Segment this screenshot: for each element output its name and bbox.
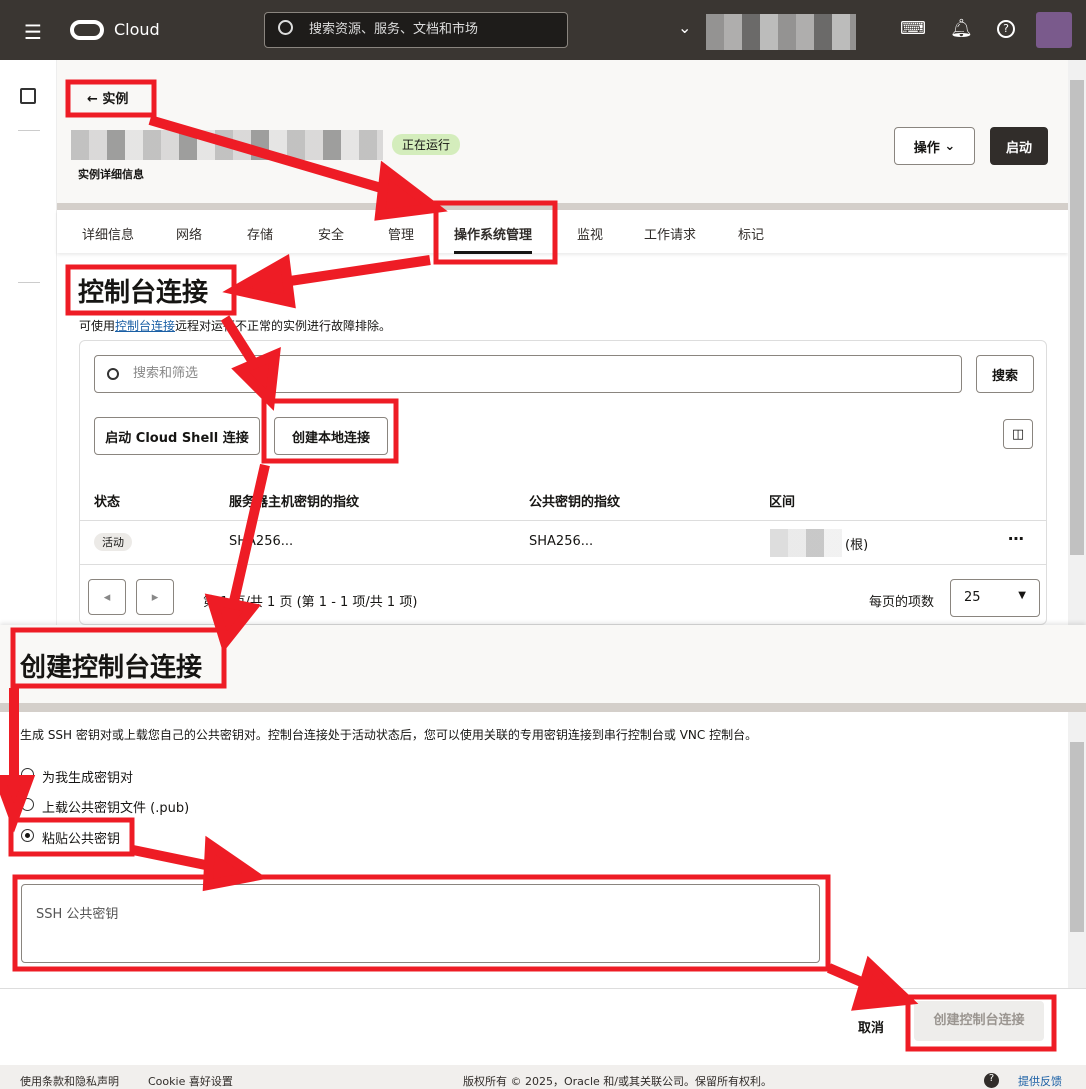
cloud-shell-connection-button[interactable]: 启动 Cloud Shell 连接 — [94, 417, 260, 455]
radio-label[interactable]: 上载公共密钥文件 (.pub) — [42, 797, 189, 816]
back-label: 实例 — [102, 92, 129, 107]
back-link[interactable]: ← 实例 — [87, 88, 128, 107]
help-icon[interactable]: ? — [997, 20, 1015, 38]
filter-search-input[interactable]: 搜索和筛选 — [94, 355, 962, 393]
drawer-title: 创建控制台连接 — [20, 653, 203, 683]
tab-os-management[interactable]: 操作系统管理 — [454, 224, 533, 254]
table-row: 活动 SHA256... SHA256... (根) ⋯ — [80, 521, 1046, 565]
desc-text: 可使用 — [79, 319, 116, 333]
start-button[interactable]: 启动 — [990, 127, 1048, 165]
search-button[interactable]: 搜索 — [976, 355, 1034, 393]
drawer-footer: 取消 创建控制台连接 — [0, 988, 1086, 1065]
create-console-connection-button[interactable]: 创建控制台连接 — [914, 1001, 1044, 1041]
tab-storage[interactable]: 存储 — [247, 224, 273, 243]
menu-icon[interactable]: ☰ — [24, 20, 42, 44]
per-page-value: 25 — [964, 590, 981, 605]
more-actions-icon[interactable]: ⋯ — [1008, 529, 1024, 548]
cancel-button[interactable]: 取消 — [858, 1017, 884, 1036]
cookie-link[interactable]: Cookie 喜好设置 — [148, 1073, 233, 1089]
copyright: 版权所有 © 2025，Oracle 和/或其关联公司。保留所有权利。 — [463, 1075, 772, 1088]
per-page-label: 每页的项数 — [869, 595, 935, 610]
status-badge: 活动 — [94, 533, 132, 551]
tab-work-requests[interactable]: 工作请求 — [644, 224, 696, 243]
drawer-body: 生成 SSH 密钥对或上载您自己的公共密钥对。控制台连接处于活动状态后，您可以使… — [0, 712, 1086, 988]
drawer-scrollbar[interactable] — [1068, 712, 1086, 988]
console-connection-link[interactable]: 控制台连接 — [115, 319, 175, 333]
column-header[interactable]: 服务器主机密钥的指纹 — [229, 491, 359, 510]
compartment-redacted — [770, 529, 842, 557]
help-icon[interactable]: ? — [984, 1073, 999, 1088]
compartment[interactable]: (根) — [845, 534, 868, 553]
terms-link[interactable]: 使用条款和隐私声明 — [20, 1073, 119, 1089]
prev-page-button[interactable]: ◂ — [88, 579, 126, 615]
section-title: 控制台连接 — [78, 278, 209, 308]
table-header: 状态 服务器主机密钥的指纹 公共密钥的指纹 区间 — [80, 479, 1046, 521]
tab-details[interactable]: 详细信息 — [82, 224, 134, 243]
search-icon — [107, 368, 119, 380]
radio-label[interactable]: 为我生成密钥对 — [42, 767, 133, 786]
page-header: ← 实例 正在运行 实例详细信息 操作 ⌄ 启动 — [57, 60, 1068, 205]
arrowhead — [222, 253, 296, 309]
avatar[interactable] — [1036, 12, 1072, 48]
tab-network[interactable]: 网络 — [176, 224, 202, 243]
connections-panel: 搜索和筛选 搜索 启动 Cloud Shell 连接 创建本地连接 ◫ 状态 服… — [79, 340, 1047, 625]
ssh-public-key-textarea[interactable]: SSH 公共密钥 — [21, 884, 820, 963]
page-scrollbar[interactable] — [1068, 60, 1086, 625]
next-page-button[interactable]: ▸ — [136, 579, 174, 615]
tab-monitoring[interactable]: 监视 — [577, 224, 603, 243]
radio-label[interactable]: 粘贴公共密钥 — [42, 828, 120, 847]
caret-down-icon: ▼ — [1018, 590, 1026, 601]
columns-icon[interactable]: ◫ — [1003, 419, 1033, 449]
search-icon — [278, 20, 293, 35]
column-header[interactable]: 公共密钥的指纹 — [529, 491, 620, 510]
page-subtitle: 实例详细信息 — [78, 168, 144, 181]
column-header[interactable]: 状态 — [94, 491, 120, 510]
actions-button[interactable]: 操作 ⌄ — [894, 127, 975, 165]
annotation-arrow — [269, 255, 431, 289]
divider — [18, 282, 40, 283]
scrollbar-thumb[interactable] — [1070, 742, 1084, 932]
bell-icon[interactable]: 🔔︎ — [950, 18, 973, 39]
pagination-text: 第 1 页/共 1 页 (第 1 - 1 项/共 1 项) — [203, 595, 418, 610]
left-rail — [0, 60, 57, 625]
radio-upload-key[interactable] — [21, 798, 34, 811]
host-key-fingerprint: SHA256... — [229, 534, 294, 549]
divider — [18, 130, 40, 131]
radio-paste-key[interactable] — [21, 829, 34, 842]
top-bar: ☰ Cloud 搜索资源、服务、文档和市场 ⌄ ⌨ 🔔︎ ? — [0, 0, 1086, 60]
radio-generate-key[interactable] — [21, 768, 34, 781]
cloud-shell-icon[interactable]: ⌨ — [900, 18, 926, 39]
global-search-input[interactable]: 搜索资源、服务、文档和市场 — [264, 12, 568, 48]
status-badge: 正在运行 — [392, 134, 461, 155]
tab-security[interactable]: 安全 — [318, 224, 344, 243]
tab-management[interactable]: 管理 — [388, 224, 414, 243]
actions-label: 操作 — [913, 140, 940, 156]
oracle-logo[interactable] — [70, 20, 104, 40]
tab-bar: 详细信息 网络 存储 安全 管理 操作系统管理 监视 工作请求 标记 — [57, 210, 1068, 254]
drawer-divider — [0, 703, 1086, 712]
drawer-description: 生成 SSH 密钥对或上载您自己的公共密钥对。控制台连接处于活动状态后，您可以使… — [20, 728, 758, 742]
header-divider — [57, 203, 1068, 210]
desc-text: 远程对运行不正常的实例进行故障排除。 — [175, 319, 392, 333]
drawer-header: 创建控制台连接 — [0, 625, 1086, 703]
brand-label: Cloud — [114, 20, 160, 39]
public-key-fingerprint: SHA256... — [529, 534, 594, 549]
scrollbar-thumb[interactable] — [1070, 80, 1084, 555]
chevron-down-icon[interactable]: ⌄ — [678, 18, 691, 37]
section-description: 可使用控制台连接远程对运行不正常的实例进行故障排除。 — [79, 317, 391, 334]
chip-icon[interactable] — [20, 88, 36, 104]
per-page-select[interactable]: 25 ▼ — [950, 579, 1040, 617]
tab-tags[interactable]: 标记 — [738, 224, 764, 243]
region-redacted[interactable] — [706, 14, 856, 50]
page-footer: 使用条款和隐私声明 Cookie 喜好设置 版权所有 © 2025，Oracle… — [0, 1065, 1086, 1089]
column-header[interactable]: 区间 — [769, 491, 795, 510]
instance-name-redacted — [71, 130, 383, 160]
feedback-link[interactable]: 提供反馈 — [1018, 1073, 1062, 1089]
create-local-connection-button[interactable]: 创建本地连接 — [274, 417, 388, 455]
